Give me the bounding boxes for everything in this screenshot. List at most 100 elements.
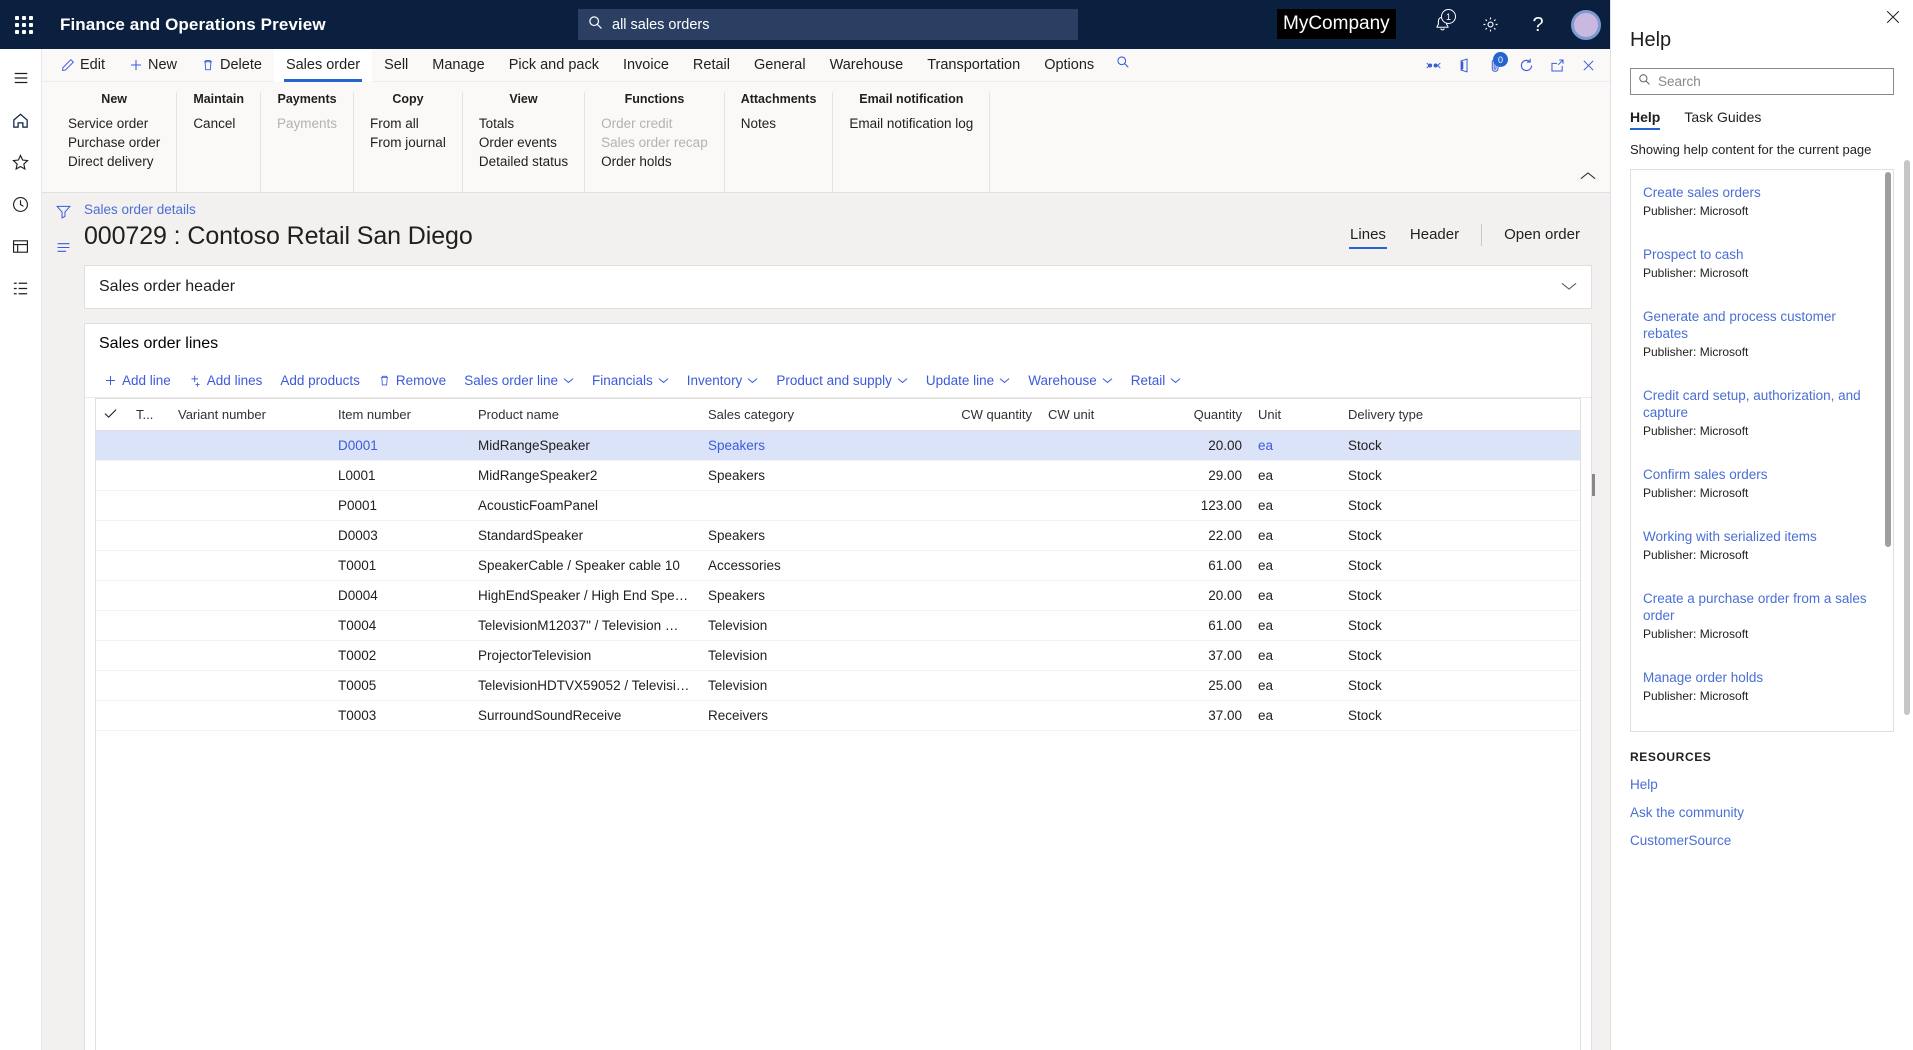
resource-link-ask-the-community[interactable]: Ask the community bbox=[1611, 792, 1913, 820]
cell-cw-quantity[interactable] bbox=[930, 460, 1040, 491]
cell-variant-number[interactable] bbox=[170, 700, 330, 731]
help-search[interactable] bbox=[1630, 68, 1894, 95]
help-list-item[interactable]: Create a purchase order from a sales ord… bbox=[1643, 590, 1881, 641]
col-item-number[interactable]: Item number bbox=[330, 399, 470, 431]
help-link[interactable]: Manage order holds bbox=[1643, 669, 1881, 686]
cell-sales-category[interactable]: Speakers bbox=[700, 430, 930, 461]
cell-unit[interactable]: ea bbox=[1250, 490, 1340, 521]
update-line-menu[interactable]: Update line bbox=[917, 367, 1019, 395]
help-link[interactable]: Create a purchase order from a sales ord… bbox=[1643, 590, 1881, 624]
delete-button[interactable]: Delete bbox=[189, 49, 274, 82]
row-checkbox[interactable] bbox=[96, 550, 128, 581]
table-row[interactable]: T0001 SpeakerCable / Speaker cable 10 Ac… bbox=[96, 550, 1580, 581]
cell-variant-number[interactable] bbox=[170, 430, 330, 461]
ribbon-item-email-notification-log[interactable]: Email notification log bbox=[849, 115, 973, 133]
open-in-new-icon[interactable] bbox=[1542, 49, 1573, 82]
help-list-item[interactable]: Generate and process customer rebates Pu… bbox=[1643, 308, 1881, 359]
cell-quantity[interactable]: 61.00 bbox=[1140, 610, 1250, 641]
cell-delivery-type[interactable]: Stock bbox=[1340, 550, 1580, 581]
cell-quantity[interactable]: 25.00 bbox=[1140, 670, 1250, 701]
workspace-icon[interactable] bbox=[0, 225, 42, 267]
personalize-icon[interactable] bbox=[1418, 49, 1449, 82]
ribbon-item-order-events[interactable]: Order events bbox=[479, 134, 568, 152]
cell-product-name[interactable]: TelevisionHDTVX59052 / Televisi… bbox=[470, 670, 700, 701]
cell-item-number[interactable]: L0001 bbox=[330, 460, 470, 491]
filter-icon[interactable] bbox=[55, 203, 72, 225]
ribbon-item-detailed-status[interactable]: Detailed status bbox=[479, 153, 568, 171]
cell-variant-number[interactable] bbox=[170, 460, 330, 491]
refresh-icon[interactable] bbox=[1511, 49, 1542, 82]
lines-grid[interactable]: T... Variant number Item number Product … bbox=[95, 398, 1581, 731]
help-list-item[interactable]: Manage order holds Publisher: Microsoft bbox=[1643, 669, 1881, 703]
cell-item-number[interactable]: T0003 bbox=[330, 700, 470, 731]
table-row[interactable]: D0001 MidRangeSpeaker Speakers 20.00 ea … bbox=[96, 430, 1580, 461]
new-button[interactable]: New bbox=[117, 49, 189, 82]
ribbon-item-purchase-order[interactable]: Purchase order bbox=[68, 134, 160, 152]
row-checkbox[interactable] bbox=[96, 610, 128, 641]
cell-item-number[interactable]: T0002 bbox=[330, 640, 470, 671]
table-row[interactable]: D0004 HighEndSpeaker / High End Spe… Spe… bbox=[96, 580, 1580, 611]
cell-delivery-type[interactable]: Stock bbox=[1340, 460, 1580, 491]
cell-sales-category[interactable]: Speakers bbox=[700, 460, 930, 491]
cell-product-name[interactable]: MidRangeSpeaker bbox=[470, 430, 700, 461]
cell-variant-number[interactable] bbox=[170, 520, 330, 551]
ribbon-tab-general[interactable]: General bbox=[742, 49, 818, 82]
cell-cw-quantity[interactable] bbox=[930, 610, 1040, 641]
ribbon-item-totals[interactable]: Totals bbox=[479, 115, 568, 133]
help-list-item[interactable]: Working with serialized items Publisher:… bbox=[1643, 528, 1881, 562]
cell-unit[interactable]: ea bbox=[1250, 580, 1340, 611]
cell-cw-quantity[interactable] bbox=[930, 490, 1040, 521]
cell-sales-category[interactable]: Television bbox=[700, 640, 930, 671]
col-variant-number[interactable]: Variant number bbox=[170, 399, 330, 431]
help-link[interactable]: Generate and process customer rebates bbox=[1643, 308, 1881, 342]
help-panel-scrollbar[interactable] bbox=[1904, 160, 1910, 715]
cell-variant-number[interactable] bbox=[170, 550, 330, 581]
remove-button[interactable]: Remove bbox=[369, 367, 455, 395]
avatar[interactable] bbox=[1562, 0, 1610, 49]
help-list-item[interactable]: Confirm sales orders Publisher: Microsof… bbox=[1643, 466, 1881, 500]
cell-type[interactable] bbox=[128, 490, 170, 521]
cell-sales-category[interactable]: Receivers bbox=[700, 700, 930, 731]
clock-icon[interactable] bbox=[0, 183, 42, 225]
search-input[interactable] bbox=[612, 16, 1068, 33]
cell-product-name[interactable]: SpeakerCable / Speaker cable 10 bbox=[470, 550, 700, 581]
cell-sales-category[interactable]: Television bbox=[700, 670, 930, 701]
cell-variant-number[interactable] bbox=[170, 580, 330, 611]
cell-variant-number[interactable] bbox=[170, 670, 330, 701]
cell-unit[interactable]: ea bbox=[1250, 550, 1340, 581]
cell-delivery-type[interactable]: Stock bbox=[1340, 700, 1580, 731]
modules-icon[interactable] bbox=[0, 267, 42, 309]
fasttab-header-row[interactable]: Sales order header bbox=[85, 266, 1591, 308]
ribbon-item-cancel[interactable]: Cancel bbox=[193, 115, 244, 133]
product-and-supply-menu[interactable]: Product and supply bbox=[767, 367, 917, 395]
retail-menu[interactable]: Retail bbox=[1122, 367, 1191, 395]
ribbon-tab-pick-and-pack[interactable]: Pick and pack bbox=[497, 49, 611, 82]
row-checkbox[interactable] bbox=[96, 580, 128, 611]
gear-icon[interactable] bbox=[1466, 0, 1514, 49]
row-checkbox[interactable] bbox=[96, 460, 128, 491]
cell-item-number[interactable]: P0001 bbox=[330, 490, 470, 521]
cell-quantity[interactable]: 37.00 bbox=[1140, 640, 1250, 671]
cell-delivery-type[interactable]: Stock bbox=[1340, 610, 1580, 641]
cell-sales-category[interactable]: Television bbox=[700, 610, 930, 641]
cell-type[interactable] bbox=[128, 550, 170, 581]
row-checkbox[interactable] bbox=[96, 700, 128, 731]
ribbon-item-from-all[interactable]: From all bbox=[370, 115, 446, 133]
cell-product-name[interactable]: MidRangeSpeaker2 bbox=[470, 460, 700, 491]
cell-sales-category[interactable]: Speakers bbox=[700, 580, 930, 611]
cell-item-number[interactable]: D0003 bbox=[330, 520, 470, 551]
cell-unit[interactable]: ea bbox=[1250, 700, 1340, 731]
row-checkbox[interactable] bbox=[96, 640, 128, 671]
cell-cw-quantity[interactable] bbox=[930, 580, 1040, 611]
row-checkbox[interactable] bbox=[96, 490, 128, 521]
cell-quantity[interactable]: 29.00 bbox=[1140, 460, 1250, 491]
chevron-up-icon[interactable] bbox=[1580, 168, 1596, 186]
cell-item-number[interactable]: D0004 bbox=[330, 580, 470, 611]
cell-product-name[interactable]: TelevisionM12037" / Television … bbox=[470, 610, 700, 641]
cell-type[interactable] bbox=[128, 670, 170, 701]
ribbon-item-from-journal[interactable]: From journal bbox=[370, 134, 446, 152]
cell-type[interactable] bbox=[128, 520, 170, 551]
col-type[interactable]: T... bbox=[128, 399, 170, 431]
cell-delivery-type[interactable]: Stock bbox=[1340, 430, 1580, 461]
table-row[interactable]: T0003 SurroundSoundReceive Receivers 37.… bbox=[96, 700, 1580, 731]
